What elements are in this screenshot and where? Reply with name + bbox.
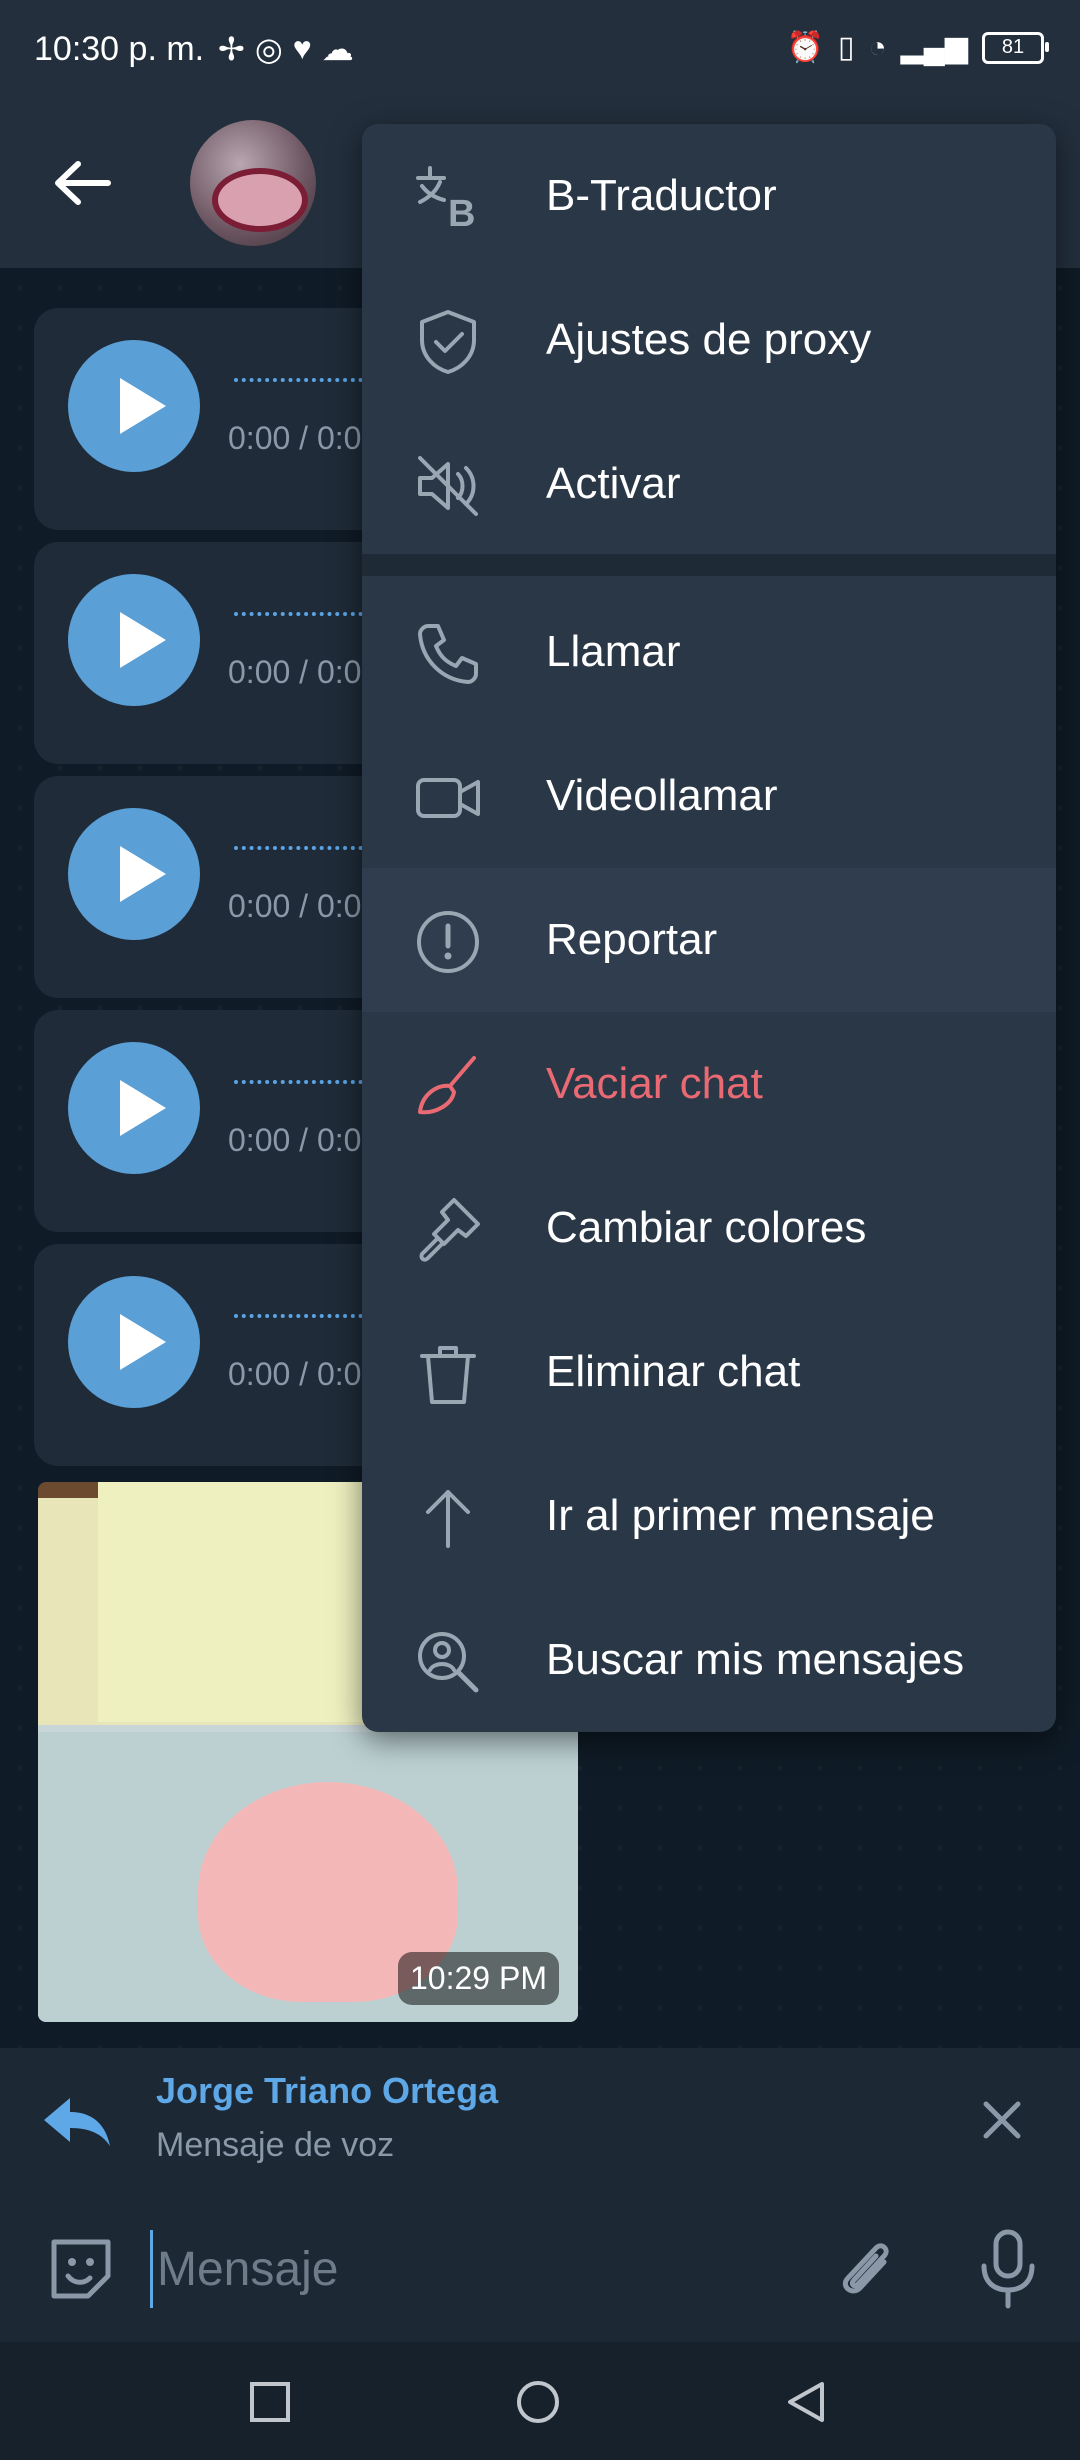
instagram-icon: ◎ <box>254 31 283 67</box>
close-icon[interactable] <box>978 2096 1026 2144</box>
play-button[interactable] <box>68 1042 200 1174</box>
sticker-icon[interactable] <box>44 2232 118 2306</box>
voice-duration: 0:00 / 0:0 <box>228 1356 362 1392</box>
heart-icon: ♥ <box>292 30 312 66</box>
video-icon <box>416 778 480 818</box>
status-time: 10:30 p. m. <box>34 30 205 68</box>
alert-circle-icon <box>417 911 479 973</box>
svg-text:B: B <box>448 193 475 232</box>
recents-icon[interactable] <box>248 2380 292 2424</box>
message-input[interactable] <box>150 2230 799 2308</box>
menu-item-label: Videollamar <box>546 771 778 820</box>
home-icon[interactable] <box>516 2380 560 2424</box>
arrow-left-icon[interactable] <box>52 158 112 208</box>
mute-icon <box>418 456 478 516</box>
menu-item-delete-chat[interactable]: Eliminar chat <box>362 1300 1056 1444</box>
status-bar: 10:30 p. m. ✢ ◎ ♥ ☁ ⏰ ▯ ◔ ▂▄▆ 81 <box>0 0 1080 100</box>
menu-item-proxy[interactable]: Ajustes de proxy <box>362 268 1056 412</box>
vibrate-icon: ▯ <box>837 31 855 64</box>
menu-item-label: Ajustes de proxy <box>546 315 872 364</box>
menu-item-translator[interactable]: B B-Traductor <box>362 124 1056 268</box>
reply-preview: Mensaje de voz <box>156 2126 395 2164</box>
play-button[interactable] <box>68 1276 200 1408</box>
broom-icon <box>418 1056 476 1115</box>
menu-item-unmute[interactable]: Activar <box>362 412 1056 556</box>
phone-icon <box>418 624 478 684</box>
shield-check-icon <box>420 310 476 374</box>
menu-item-call[interactable]: Llamar <box>362 580 1056 724</box>
menu-item-label: Activar <box>546 459 681 508</box>
paperclip-icon[interactable] <box>832 2232 900 2306</box>
voice-duration: 0:00 / 0:0 <box>228 1122 362 1158</box>
play-button[interactable] <box>68 808 200 940</box>
alarm-icon: ⏰ <box>786 31 824 64</box>
menu-item-videocall[interactable]: Videollamar <box>362 724 1056 868</box>
system-icons: ⏰ ▯ ◔ ▂▄▆ 81 <box>786 30 1049 65</box>
menu-item-label: Eliminar chat <box>546 1347 801 1396</box>
battery-icon: 81 <box>982 31 1049 64</box>
back-nav-icon[interactable] <box>784 2380 828 2424</box>
voice-duration: 0:00 / 0:0 <box>228 420 362 456</box>
trash-icon <box>420 1346 476 1404</box>
translate-icon: B <box>416 166 475 232</box>
menu-item-change-colors[interactable]: Cambiar colores <box>362 1156 1056 1300</box>
menu-divider <box>362 554 1056 576</box>
menu-item-label: Reportar <box>546 915 718 964</box>
menu-item-label: Vaciar chat <box>546 1059 763 1108</box>
notification-icons: ✢ ◎ ♥ ☁ <box>218 30 354 68</box>
menu-item-search-my-messages[interactable]: Buscar mis mensajes <box>362 1588 1056 1732</box>
microphone-icon[interactable] <box>976 2228 1040 2310</box>
menu-item-label: Llamar <box>546 627 681 676</box>
pinwheel-icon: ✢ <box>218 31 245 67</box>
battery-level: 81 <box>1001 36 1025 58</box>
photo-timestamp: 10:29 PM <box>398 1952 559 2005</box>
voice-duration: 0:00 / 0:0 <box>228 654 362 690</box>
message-composer <box>0 2192 1080 2342</box>
system-nav-bar <box>0 2342 1080 2460</box>
avatar[interactable] <box>190 120 316 246</box>
menu-item-report[interactable]: Reportar <box>362 868 1056 1012</box>
voice-duration: 0:00 / 0:0 <box>228 888 362 924</box>
cloud-icon: ☁ <box>321 31 354 67</box>
signal-icon: ▂▄▆ <box>900 31 968 64</box>
play-button[interactable] <box>68 574 200 706</box>
reply-icon <box>44 2098 110 2146</box>
menu-item-label: Buscar mis mensajes <box>546 1635 965 1684</box>
reply-author: Jorge Triano Ortega <box>156 2070 499 2111</box>
menu-item-first-message[interactable]: Ir al primer mensaje <box>362 1444 1056 1588</box>
menu-item-label: Ir al primer mensaje <box>546 1491 935 1540</box>
wifi-icon: ◔ <box>868 30 887 64</box>
play-button[interactable] <box>68 340 200 472</box>
overflow-menu: B B-Traductor Ajustes de proxy Activar L… <box>362 124 1056 1732</box>
menu-item-label: B-Traductor <box>546 171 777 220</box>
menu-item-label: Cambiar colores <box>546 1203 867 1252</box>
menu-item-clear-chat[interactable]: Vaciar chat <box>362 1012 1056 1156</box>
paint-brush-icon <box>419 1198 480 1262</box>
reply-bar: Jorge Triano Ortega Mensaje de voz <box>0 2048 1080 2194</box>
search-user-icon <box>418 1632 479 1693</box>
arrow-up-icon <box>426 1490 470 1548</box>
